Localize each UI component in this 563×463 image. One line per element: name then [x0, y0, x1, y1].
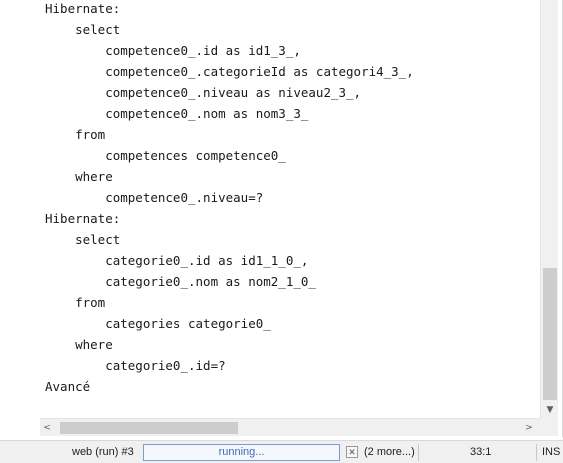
- output-window: Hibernate: select competence0_.id as id1…: [0, 0, 563, 437]
- output-line: competence0_.categorieId as categori4_3_…: [45, 64, 414, 79]
- output-line: select: [45, 22, 121, 37]
- output-line: from: [45, 127, 106, 142]
- output-line: competences competence0_: [45, 148, 286, 163]
- output-line: Avancé: [45, 379, 91, 394]
- output-line: categorie0_.id=?: [45, 358, 226, 373]
- vertical-scroll-thumb[interactable]: [543, 268, 557, 400]
- output-line: Hibernate:: [45, 211, 121, 226]
- status-separator: [536, 444, 537, 461]
- caret-position: 33:1: [470, 446, 492, 458]
- horizontal-scrollbar[interactable]: < >: [40, 418, 540, 436]
- horizontal-scroll-thumb[interactable]: [60, 422, 238, 434]
- task-progress-bar[interactable]: running...: [143, 444, 340, 461]
- scroll-down-arrow-icon[interactable]: ▼: [541, 404, 559, 416]
- output-line: categorie0_.nom as nom2_1_0_: [45, 274, 316, 289]
- output-line: competence0_.niveau=?: [45, 190, 264, 205]
- output-line: competence0_.niveau as niveau2_3_,: [45, 85, 362, 100]
- output-line: categories categorie0_: [45, 316, 271, 331]
- status-separator: [418, 444, 419, 461]
- output-line: competence0_.id as id1_3_,: [45, 43, 301, 58]
- vertical-scrollbar[interactable]: ▼: [540, 0, 558, 418]
- more-tasks-link[interactable]: (2 more...): [364, 441, 415, 463]
- output-line: where: [45, 169, 113, 184]
- insert-mode-indicator[interactable]: INS: [542, 441, 560, 463]
- output-line: competence0_.nom as nom3_3_: [45, 106, 309, 121]
- scroll-right-arrow-icon[interactable]: >: [522, 422, 536, 434]
- scroll-left-arrow-icon[interactable]: <: [40, 422, 54, 434]
- scrollbar-corner: [540, 418, 558, 436]
- status-bar: web (run) #3 running... ✕ (2 more...) 33…: [0, 440, 563, 463]
- output-text-area[interactable]: Hibernate: select competence0_.id as id1…: [0, 0, 540, 418]
- cancel-task-icon[interactable]: ✕: [346, 446, 358, 458]
- output-line: where: [45, 337, 113, 352]
- running-task-name[interactable]: web (run) #3: [72, 441, 134, 463]
- output-line: Hibernate:: [45, 1, 121, 16]
- output-line: select: [45, 232, 121, 247]
- output-line: from: [45, 295, 106, 310]
- output-line: categorie0_.id as id1_1_0_,: [45, 253, 309, 268]
